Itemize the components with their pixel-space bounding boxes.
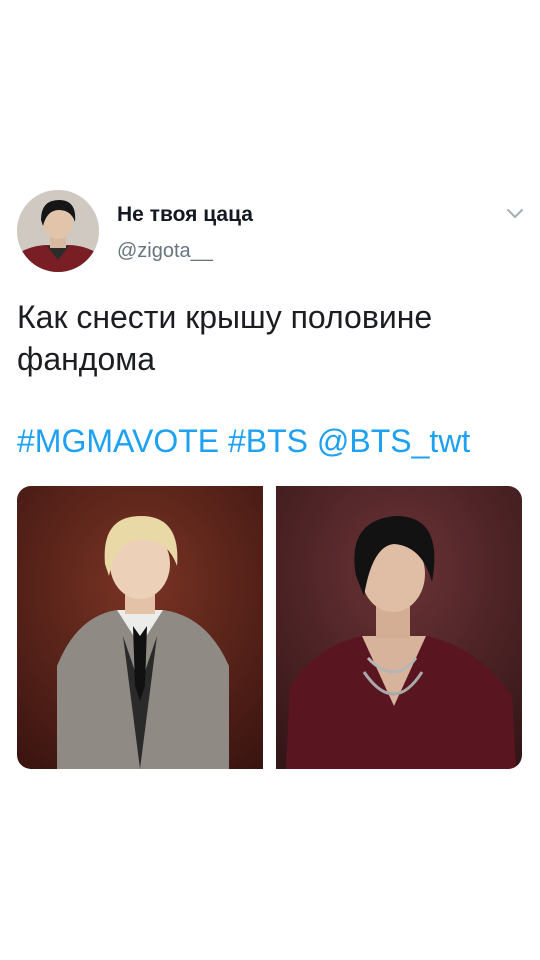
- tweet-card: Не твоя цаца @zigota__ Как снести крышу …: [0, 0, 540, 960]
- tweet-photo-2[interactable]: [276, 486, 522, 769]
- user-handle[interactable]: @zigota__: [117, 240, 213, 263]
- tweet-photo-1[interactable]: [17, 486, 263, 769]
- hashtag-mgmavote[interactable]: #MGMAVOTE: [17, 423, 219, 459]
- chevron-down-icon[interactable]: [502, 200, 528, 226]
- display-name[interactable]: Не твоя цаца: [117, 203, 253, 227]
- avatar[interactable]: [17, 190, 99, 272]
- hashtag-bts[interactable]: #BTS: [228, 423, 308, 459]
- mention-bts-twt[interactable]: @BTS_twt: [317, 423, 470, 459]
- tweet-text: Как снести крышу половине фандома: [17, 299, 433, 377]
- tweet-links: #MGMAVOTE #BTS @BTS_twt: [17, 420, 470, 462]
